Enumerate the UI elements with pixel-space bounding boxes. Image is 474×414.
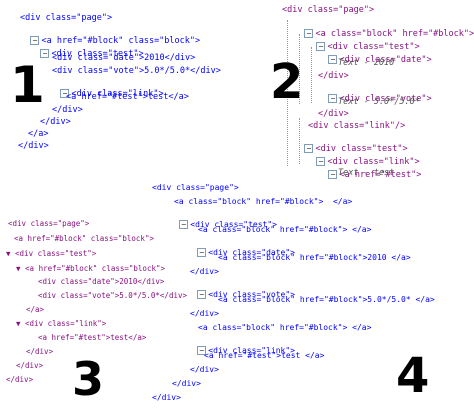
code-line[interactable]: ▼ <a href="#block" class="block"> bbox=[16, 265, 165, 273]
code-line: </div> bbox=[18, 141, 49, 151]
code-line: </div> bbox=[318, 71, 349, 81]
code-line: </a> bbox=[28, 129, 49, 139]
code-line: </div> bbox=[318, 109, 349, 119]
code-line: <a class="block" href="#block">2010 </a> bbox=[218, 253, 411, 262]
code-line: <div class="page"> bbox=[20, 13, 113, 23]
code-panel-2: <div class="page"> − <a class="block" hre… bbox=[276, 5, 474, 179]
code-line: <div class="page"> bbox=[152, 183, 239, 192]
code-line: <a href="#test">test </a> bbox=[204, 351, 325, 360]
collapse-toggle-icon[interactable]: − bbox=[179, 220, 189, 229]
code-line: </div> bbox=[172, 379, 201, 388]
code-line: </div> bbox=[26, 347, 54, 356]
panel-number-1: 1 bbox=[10, 56, 45, 114]
code-line: <a href="#block" class="block"> bbox=[14, 234, 154, 243]
code-line: <a class="block" href="#block">5.0*/5.0*… bbox=[218, 295, 435, 304]
code-line: </div> bbox=[190, 365, 219, 374]
code-line: </div> bbox=[40, 117, 71, 127]
code-line[interactable]: ▼ <div class="link"> bbox=[16, 320, 106, 328]
code-line: <div class="link"/> bbox=[308, 121, 406, 131]
code-line: Text - 5.0*/5.0* bbox=[338, 97, 420, 107]
code-line: <div class="page"> bbox=[282, 5, 375, 15]
code-line: </div> bbox=[190, 309, 219, 318]
code-line: <div class="vote">5.0*/5.0*</div> bbox=[52, 66, 221, 76]
collapse-toggle-icon[interactable]: − bbox=[197, 248, 207, 257]
code-line: <a class="block" href="#block"> </a> bbox=[174, 197, 353, 206]
code-line: </div> bbox=[6, 375, 34, 384]
code-line: Text - test bbox=[338, 168, 395, 178]
panel-number-4: 4 bbox=[396, 348, 430, 404]
collapse-toggle-icon[interactable]: − bbox=[328, 169, 338, 179]
panel-number-2: 2 bbox=[270, 54, 304, 110]
code-line[interactable]: ▼ <div class="test"> bbox=[6, 250, 96, 258]
code-line: </div> bbox=[152, 393, 181, 402]
code-line: <a class="block" href="#block"> </a> bbox=[198, 323, 372, 332]
code-line: <a class="block" href="#block"> </a> bbox=[198, 225, 372, 234]
collapse-toggle-icon[interactable]: − bbox=[328, 54, 338, 64]
code-line: </a> bbox=[26, 305, 45, 314]
code-line: <a href="#test">test</a> bbox=[38, 333, 147, 342]
code-line: <div class="date">2010</div> bbox=[52, 53, 196, 63]
collapse-toggle-icon[interactable]: − bbox=[328, 93, 338, 103]
collapse-toggle-icon[interactable]: − bbox=[197, 290, 207, 299]
panel-number-3: 3 bbox=[72, 352, 105, 406]
code-line: </div> bbox=[190, 267, 219, 276]
code-line: </div> bbox=[52, 105, 83, 115]
code-line: <a href="#test">test</a> bbox=[66, 92, 189, 102]
code-line: <div class="page"> bbox=[8, 219, 90, 228]
code-line: </div> bbox=[16, 361, 44, 370]
code-line: Text - 2010 bbox=[338, 58, 395, 68]
